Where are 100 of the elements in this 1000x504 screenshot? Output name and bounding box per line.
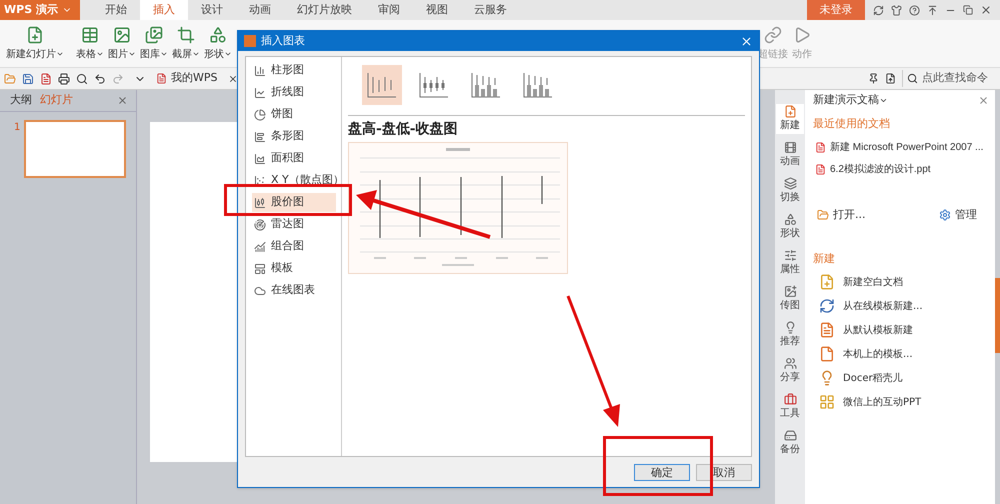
stock-chart-icon — [418, 71, 450, 99]
chart-type-icon — [254, 174, 266, 186]
ribbon-icon — [145, 26, 163, 44]
task-pane-title[interactable]: 新建演示文稿 — [813, 92, 879, 108]
slide-thumbnail[interactable] — [24, 120, 126, 178]
caret-icon — [96, 50, 104, 58]
menu-tab[interactable]: 云服务 — [461, 0, 520, 20]
export-pdf-icon[interactable] — [40, 72, 52, 84]
document-logo-icon — [156, 73, 167, 84]
ribbon-button[interactable]: 形状 — [202, 26, 234, 62]
print-icon[interactable] — [58, 72, 70, 84]
side-tab[interactable]: 推荐 — [776, 320, 804, 350]
new-document-option[interactable]: 本机上的模板... — [813, 344, 989, 364]
menu-tab[interactable]: 审阅 — [365, 0, 413, 20]
side-tab[interactable]: 备份 — [776, 428, 804, 458]
side-tab-icon — [784, 429, 796, 442]
side-tab[interactable]: 属性 — [776, 248, 804, 278]
caret-icon — [128, 50, 136, 58]
chart-type-icon — [254, 64, 266, 76]
menu-tab[interactable]: 视图 — [413, 0, 461, 20]
chart-type-icon — [254, 284, 266, 296]
close-tab-icon[interactable] — [228, 74, 238, 84]
sync-icon[interactable] — [873, 4, 884, 16]
chart-type-icon — [254, 240, 266, 252]
new-document-option[interactable]: 新建空白文档 — [813, 272, 989, 292]
share-icon[interactable] — [885, 73, 896, 84]
menu-tab[interactable]: 插入 — [140, 0, 188, 20]
new-document-option[interactable]: 从默认模板新建 — [813, 320, 989, 340]
side-tab-icon — [784, 105, 796, 118]
recent-document-link[interactable]: 6.2模拟滤波的设计.ppt — [813, 162, 989, 176]
app-icon — [244, 35, 256, 47]
close-icon[interactable] — [740, 34, 753, 48]
template-icon — [819, 346, 835, 362]
stock-chart-icon — [470, 71, 502, 99]
ribbon-button[interactable]: 截屏 — [170, 26, 202, 62]
save-icon[interactable] — [22, 72, 34, 84]
chart-subtype-option[interactable] — [362, 65, 402, 105]
chart-type-icon — [254, 262, 266, 274]
caret-icon — [224, 50, 232, 58]
template-icon — [819, 394, 835, 410]
side-tab[interactable]: 形状 — [776, 212, 804, 242]
caret-icon — [160, 50, 168, 58]
caret-icon — [192, 50, 200, 58]
restore-icon[interactable] — [963, 5, 973, 15]
side-tab[interactable]: 工具 — [776, 392, 804, 422]
help-icon[interactable] — [909, 4, 920, 16]
side-tab[interactable]: 动画 — [776, 140, 804, 170]
chart-type-item[interactable]: 股价图 — [252, 193, 336, 212]
dialog-button[interactable]: 取消 — [696, 464, 752, 480]
ribbon-button[interactable]: 新建幻灯片 — [4, 26, 66, 62]
pane-toggle-handle[interactable] — [995, 278, 1000, 353]
command-search-field[interactable]: 点此查找命令 — [902, 70, 996, 87]
side-tab[interactable]: 新建 — [776, 104, 804, 134]
close-icon[interactable] — [978, 94, 989, 106]
menu-tab[interactable]: 设计 — [188, 0, 236, 20]
ribbon-icon — [209, 26, 227, 44]
dialog-button[interactable]: 确定 — [634, 464, 690, 480]
chart-type-icon — [254, 86, 266, 98]
side-tab-icon — [784, 285, 796, 298]
chart-type-icon — [254, 130, 266, 142]
ribbon-button[interactable]: 图片 — [106, 26, 138, 62]
stock-chart-icon — [366, 71, 398, 99]
menu-tab[interactable]: 开始 — [92, 0, 140, 20]
side-tab-icon — [784, 357, 796, 370]
side-tab[interactable]: 切换 — [776, 176, 804, 206]
ribbon-button[interactable]: 图库 — [138, 26, 170, 62]
document-tab[interactable]: 我的WPS — [152, 70, 222, 87]
collapse-ribbon-icon[interactable] — [927, 4, 938, 16]
chart-type-icon — [254, 196, 266, 208]
chart-type-icon — [254, 218, 266, 230]
folder-icon — [817, 208, 829, 221]
preview-icon[interactable] — [76, 72, 88, 84]
side-tab-icon — [784, 249, 796, 262]
menu-tab[interactable]: 幻灯片放映 — [284, 0, 365, 20]
side-tab[interactable]: 传图 — [776, 284, 804, 314]
dialog-title: 插入图表 — [261, 32, 305, 49]
close-icon[interactable] — [980, 4, 992, 16]
side-tab[interactable]: 分享 — [776, 356, 804, 386]
document-icon — [815, 142, 826, 152]
open-link[interactable]: 打开... — [817, 206, 866, 223]
ribbon-icon — [26, 26, 44, 44]
new-document-option[interactable]: 从在线模板新建... — [813, 296, 989, 316]
pin-icon[interactable] — [868, 73, 879, 84]
document-icon — [815, 164, 826, 174]
side-tab-icon — [784, 177, 796, 190]
new-document-option[interactable]: Docer稻壳儿 — [813, 368, 989, 388]
skin-icon[interactable] — [891, 4, 902, 16]
chart-type-icon — [254, 152, 266, 164]
ribbon-button[interactable]: 表格 — [74, 26, 106, 62]
manage-link[interactable]: 管理 — [939, 206, 977, 223]
recent-document-link[interactable]: 新建 Microsoft PowerPoint 2007 ... — [813, 140, 989, 154]
menu-tab[interactable]: 动画 — [236, 0, 284, 20]
undo-icon[interactable] — [94, 72, 106, 84]
close-icon[interactable] — [117, 95, 128, 106]
panel-tab[interactable]: 大纲 — [8, 92, 34, 109]
stock-chart-icon — [522, 71, 554, 99]
new-document-option[interactable]: 微信上的互动PPT — [813, 392, 989, 412]
section-heading: 新建 — [813, 251, 836, 267]
app-logo: WPS 演示 — [4, 2, 58, 18]
ribbon-icon — [113, 26, 131, 44]
